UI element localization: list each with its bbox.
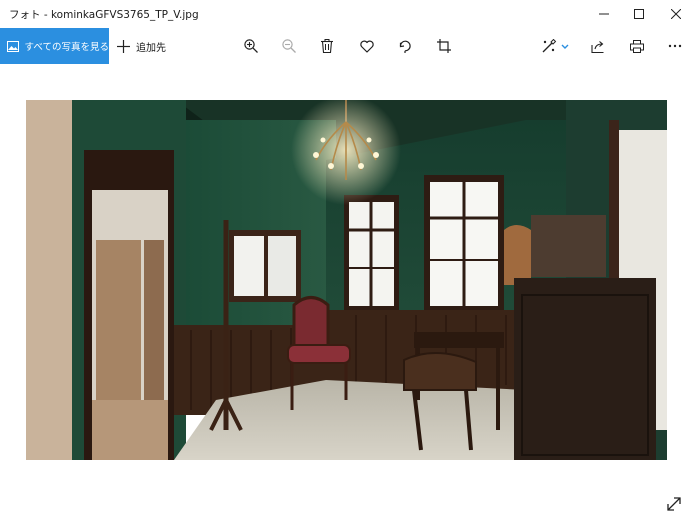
print-button[interactable] (622, 28, 652, 64)
maximize-icon (634, 9, 644, 19)
zoom-in-icon (244, 39, 258, 53)
crop-button[interactable] (429, 28, 459, 64)
window-title: フォト - kominkaGFVS3765_TP_V.jpg (9, 9, 199, 21)
see-all-photos-button[interactable]: すべての写真を見る (0, 28, 109, 64)
minimize-icon (599, 13, 609, 15)
edit-create-icon (542, 39, 569, 53)
share-icon (591, 40, 604, 53)
expand-fullscreen-button[interactable] (662, 492, 686, 516)
more-button[interactable] (660, 28, 690, 64)
add-to-button[interactable]: 追加先 (117, 28, 166, 64)
add-to-label: 追加先 (136, 42, 166, 54)
expand-icon (667, 497, 681, 511)
crop-icon (437, 39, 451, 53)
delete-icon (321, 39, 333, 53)
favorite-heart-icon (360, 40, 374, 53)
edit-create-button[interactable] (536, 28, 576, 64)
photos-icon (7, 40, 19, 52)
toolbar: すべての写真を見る 追加先 (0, 28, 694, 64)
favorite-button[interactable] (352, 28, 382, 64)
close-button[interactable] (658, 0, 694, 28)
minimize-button[interactable] (586, 0, 622, 28)
zoom-in-button[interactable] (236, 28, 266, 64)
window-center (344, 195, 399, 310)
maximize-button[interactable] (621, 0, 657, 28)
zoom-out-icon (282, 39, 296, 53)
title-bar: フォト - kominkaGFVS3765_TP_V.jpg (0, 0, 694, 28)
close-icon (671, 9, 681, 19)
window-left (229, 230, 301, 302)
photo-viewer-image (26, 100, 667, 460)
delete-button[interactable] (312, 28, 342, 64)
plus-icon (117, 39, 130, 53)
window-right (424, 175, 504, 310)
share-button[interactable] (583, 28, 613, 64)
rotate-button[interactable] (390, 28, 420, 64)
see-all-photos-label: すべての写真を見る (24, 42, 109, 53)
more-icon (668, 44, 682, 48)
room-photo (26, 100, 667, 460)
rotate-icon (399, 40, 411, 53)
print-icon (630, 39, 644, 53)
zoom-out-button[interactable] (274, 28, 304, 64)
